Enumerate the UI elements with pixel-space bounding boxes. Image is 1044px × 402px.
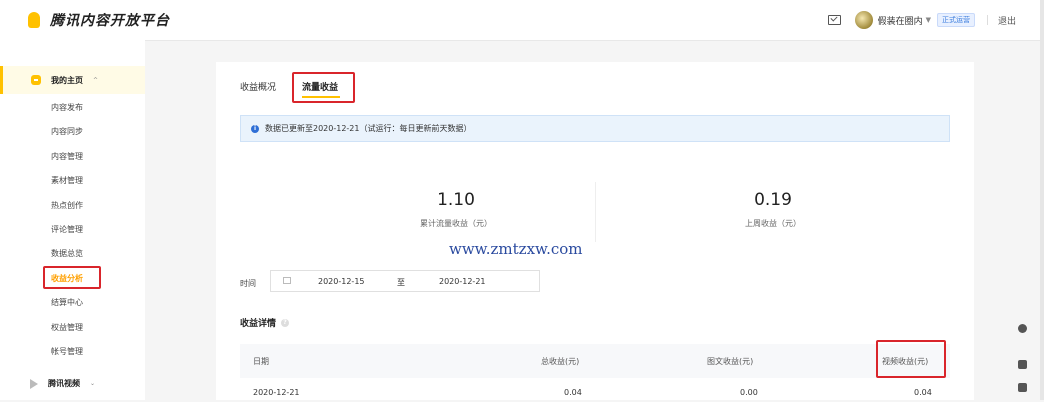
chevron-up-icon: ^ — [93, 76, 99, 84]
mail-icon[interactable] — [827, 15, 841, 25]
cell-video-revenue: 0.04 — [914, 388, 932, 397]
cell-article-revenue: 0.00 — [740, 388, 758, 397]
sidebar-item-content-publish[interactable]: 内容发布 — [51, 102, 83, 113]
stat-label: 累计流量收益（元） — [420, 219, 492, 228]
date-end[interactable]: 2020-12-21 — [439, 277, 486, 286]
sidebar-item-account-manage[interactable]: 帐号管理 — [51, 346, 83, 357]
sidebar-item-label: 我的主页 — [51, 75, 83, 85]
sidebar-item-tencent-video[interactable]: 腾讯视频 ⌄ — [30, 378, 95, 389]
main-card: 收益概况 流量收益 i 数据已更新至2020-12-21（试运行：每日更新前天数… — [216, 62, 974, 400]
chevron-down-icon: ⌄ — [90, 380, 96, 387]
sidebar-item-material-manage[interactable]: 素材管理 — [51, 175, 83, 186]
sidebar-item-settlement[interactable]: 结算中心 — [51, 297, 83, 308]
logo-icon — [28, 12, 40, 28]
sidebar-item-home[interactable]: 我的主页 ^ — [0, 66, 145, 94]
avatar[interactable] — [854, 11, 873, 29]
divider — [595, 182, 596, 242]
notice-text: 数据已更新至2020-12-21（试运行：每日更新前天数据） — [265, 124, 472, 133]
sidebar-item-content-manage[interactable]: 内容管理 — [51, 151, 83, 162]
sidebar-item-label: 腾讯视频 — [48, 379, 80, 388]
section-title: 收益详情 ? — [240, 316, 290, 329]
sidebar-item-comment-manage[interactable]: 评论管理 — [51, 224, 83, 235]
cell-total-revenue: 0.04 — [564, 388, 582, 397]
update-notice: i 数据已更新至2020-12-21（试运行：每日更新前天数据） — [240, 115, 950, 142]
stat-label: 上周收益（元） — [745, 219, 801, 228]
sidebar: 我的主页 ^ 内容发布 内容同步 内容管理 素材管理 热点创作 评论管理 数据总… — [0, 40, 145, 400]
scrollbar[interactable] — [1040, 0, 1044, 400]
wechat-icon[interactable] — [1018, 324, 1027, 333]
info-icon: i — [251, 124, 259, 133]
highlight-box — [876, 340, 946, 378]
date-range-picker[interactable]: 2020-12-15 至 2020-12-21 — [270, 270, 540, 292]
date-separator: 至 — [397, 278, 405, 287]
sidebar-item-data-overview[interactable]: 数据总览 — [51, 248, 83, 259]
divider — [986, 15, 988, 25]
watermark: www.zmtzxw.com — [449, 240, 583, 258]
top-header: 腾讯内容开放平台 假装在圈内 ▼ 正式运营 退出 — [0, 0, 1044, 41]
logo-text: 腾讯内容开放平台 — [50, 13, 170, 29]
stat-value: 0.19 — [754, 190, 792, 210]
section-title-text: 收益详情 — [240, 319, 277, 329]
sidebar-item-hot-create[interactable]: 热点创作 — [51, 200, 83, 211]
logout-link[interactable]: 退出 — [998, 14, 1016, 27]
chevron-down-icon[interactable]: ▼ — [926, 16, 931, 24]
status-badge: 正式运营 — [936, 13, 975, 27]
highlight-box — [43, 266, 101, 289]
cell-date: 2020-12-21 — [253, 388, 300, 397]
stat-last-week-revenue: 0.19 上周收益（元） — [663, 190, 883, 229]
column-header-date: 日期 — [253, 357, 269, 366]
date-start[interactable]: 2020-12-15 — [318, 277, 365, 286]
help-icon[interactable]: ? — [281, 318, 290, 327]
sidebar-item-rights-manage[interactable]: 权益管理 — [51, 322, 83, 333]
calendar-icon — [283, 277, 291, 284]
table-row: 2020-12-21 0.04 0.00 0.04 — [240, 378, 950, 402]
feedback-icon[interactable] — [1018, 360, 1027, 369]
time-label: 时间 — [240, 279, 256, 288]
table-header: 日期 总收益(元) 图文收益(元) 视频收益(元) — [240, 344, 950, 378]
home-icon — [31, 75, 41, 85]
username[interactable]: 假装在圈内 — [878, 14, 923, 27]
column-header-article-revenue: 图文收益(元) — [707, 357, 754, 366]
sidebar-item-content-sync[interactable]: 内容同步 — [51, 126, 83, 137]
stat-total-traffic-revenue: 1.10 累计流量收益（元） — [346, 190, 566, 229]
stat-value: 1.10 — [437, 190, 475, 210]
column-header-total-revenue: 总收益(元) — [541, 357, 580, 366]
highlight-box — [292, 72, 355, 103]
tab-revenue-overview[interactable]: 收益概况 — [240, 80, 276, 93]
help-icon[interactable] — [1018, 383, 1027, 392]
logo[interactable]: 腾讯内容开放平台 — [28, 10, 170, 30]
video-icon — [30, 378, 38, 389]
